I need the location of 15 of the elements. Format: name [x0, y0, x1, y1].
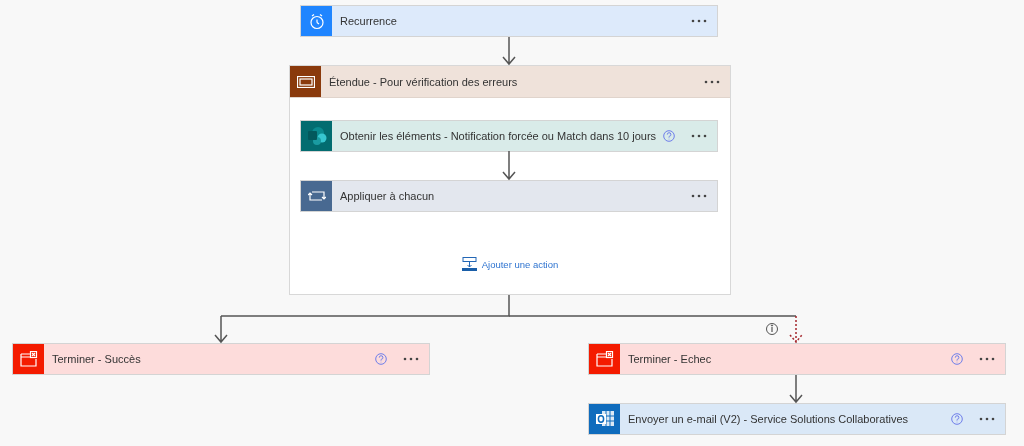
add-action-button[interactable]: Ajouter une action	[459, 255, 561, 273]
action-title: Envoyer un e-mail (V2) - Service Solutions Collaboratives	[627, 413, 909, 425]
action-card[interactable]: Terminer - Echec	[588, 343, 1006, 375]
action-title: Terminer - Echec	[627, 353, 713, 365]
action-card[interactable]: Appliquer à chacun	[300, 180, 718, 212]
action-card[interactable]: Recurrence	[300, 5, 718, 37]
action-card[interactable]: Étendue - Pour vérification des erreurs	[290, 66, 730, 98]
action-title: Terminer - Succès	[51, 353, 142, 365]
action-title: Appliquer à chacun	[339, 190, 436, 202]
action-card[interactable]: Obtenir les éléments - Notification forcée ou Match dans 10 jours	[300, 120, 718, 152]
action-card[interactable]: Envoyer un e-mail (V2) - Service Solutions Collaboratives	[588, 403, 1006, 435]
action-card[interactable]: Terminer - Succès	[12, 343, 430, 375]
action-title: Étendue - Pour vérification des erreurs	[328, 75, 519, 88]
action-title: Recurrence	[339, 15, 398, 27]
action-title: Obtenir les éléments - Notification forcée ou Match dans 10 jours	[339, 130, 658, 142]
